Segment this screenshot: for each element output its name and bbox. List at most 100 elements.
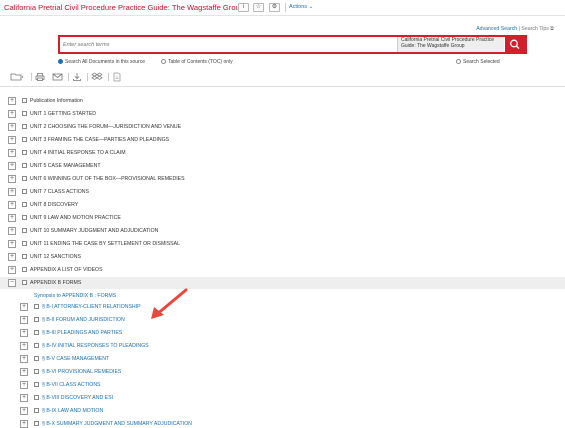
toc-item[interactable]: + UNIT 6 WINNING OUT OF THE BOX—PROVISION… (0, 173, 565, 185)
expand-icon[interactable]: + (8, 97, 16, 105)
checkbox[interactable] (34, 317, 39, 322)
toc-item[interactable]: + UNIT 4 INITIAL RESPONSE TO A CLAIM (0, 147, 565, 159)
search-tips-link[interactable]: Search Tips (521, 26, 548, 32)
actions-menu[interactable]: Actions ⌄ (289, 4, 313, 10)
toc-item[interactable]: + UNIT 2 CHOOSING THE FORUM—JURISDICTION … (0, 121, 565, 133)
expand-icon[interactable]: + (8, 201, 16, 209)
toc-child-label[interactable]: § B-I ATTORNEY-CLIENT RELATIONSHIP (42, 304, 141, 310)
expand-icon[interactable]: + (8, 175, 16, 183)
expand-icon[interactable]: + (8, 149, 16, 157)
toc-item[interactable]: + UNIT 9 LAW AND MOTION PRACTICE (0, 212, 565, 224)
toc-child-label[interactable]: § B-V CASE MANAGEMENT (42, 356, 109, 362)
document-icon[interactable] (112, 72, 122, 82)
toc-item[interactable]: + UNIT 10 SUMMARY JUDGMENT AND ADJUDICATI… (0, 225, 565, 237)
checkbox[interactable] (22, 280, 27, 285)
toc-child-label[interactable]: § B-IX LAW AND MOTION (42, 408, 103, 414)
checkbox[interactable] (34, 395, 39, 400)
expand-icon[interactable]: + (20, 420, 28, 428)
checkbox[interactable] (22, 202, 27, 207)
checkbox[interactable] (34, 330, 39, 335)
expand-icon[interactable]: + (8, 214, 16, 222)
gear-icon[interactable]: ⚙ (269, 3, 280, 12)
expand-icon[interactable]: + (8, 136, 16, 144)
checkbox[interactable] (34, 343, 39, 348)
toc-child-item[interactable]: + § B-VIII DISCOVERY AND ESI (0, 392, 565, 404)
expand-icon[interactable]: + (8, 123, 16, 131)
toc-child-item[interactable]: + § B-I ATTORNEY-CLIENT RELATIONSHIP (0, 301, 565, 313)
toc-child-item[interactable]: + § B-IV INITIAL RESPONSES TO PLEADINGS (0, 340, 565, 352)
checkbox[interactable] (22, 189, 27, 194)
expand-icon[interactable]: + (20, 407, 28, 415)
search-button[interactable] (505, 37, 525, 52)
expand-icon[interactable]: + (20, 355, 28, 363)
checkbox[interactable] (34, 304, 39, 309)
expand-icon[interactable]: + (8, 240, 16, 248)
radio-search-all[interactable]: Search All Documents in this source (58, 59, 145, 65)
expand-icon[interactable]: + (8, 253, 16, 261)
toc-child-item[interactable]: + § B-VI PROVISIONAL REMEDIES (0, 366, 565, 378)
checkbox[interactable] (22, 163, 27, 168)
toc-child-label[interactable]: § B-VI PROVISIONAL REMEDIES (42, 369, 121, 375)
folder-icon[interactable] (10, 72, 24, 82)
toc-item[interactable]: + UNIT 5 CASE MANAGEMENT (0, 160, 565, 172)
toc-item[interactable]: + UNIT 12 SANCTIONS (0, 251, 565, 263)
toc-child-item[interactable]: + § B-II FORUM AND JURISDICTION (0, 314, 565, 326)
checkbox[interactable] (34, 369, 39, 374)
toc-child-label[interactable]: § B-III PLEADINGS AND PARTIES (42, 330, 122, 336)
dropbox-icon[interactable] (91, 72, 103, 82)
expand-icon[interactable]: + (20, 394, 28, 402)
expand-icon[interactable]: + (20, 368, 28, 376)
advanced-search-link[interactable]: Advanced Search (476, 26, 517, 32)
expand-icon[interactable]: + (20, 342, 28, 350)
toc-child-item[interactable]: + § B-III PLEADINGS AND PARTIES (0, 327, 565, 339)
radio-search-selected[interactable]: Search Selected (456, 59, 500, 65)
star-icon[interactable]: ☆ (253, 3, 264, 12)
toc-child-item[interactable]: + § B-X SUMMARY JUDGMENT AND SUMMARY ADJU… (0, 418, 565, 428)
expand-icon[interactable]: + (20, 303, 28, 311)
toc-child-label[interactable]: § B-VII CLASS ACTIONS (42, 382, 101, 388)
checkbox[interactable] (22, 241, 27, 246)
expand-icon[interactable]: + (8, 110, 16, 118)
search-input[interactable] (63, 40, 393, 50)
toc-child-label[interactable]: § B-IV INITIAL RESPONSES TO PLEADINGS (42, 343, 149, 349)
checkbox[interactable] (22, 124, 27, 129)
toc-child-label[interactable]: § B-VIII DISCOVERY AND ESI (42, 395, 113, 401)
checkbox[interactable] (22, 111, 27, 116)
expand-icon[interactable]: + (20, 329, 28, 337)
expand-icon[interactable]: + (20, 381, 28, 389)
checkbox[interactable] (34, 382, 39, 387)
download-icon[interactable] (72, 72, 82, 82)
checkbox[interactable] (22, 267, 27, 272)
toc-item[interactable]: + UNIT 8 DISCOVERY (0, 199, 565, 211)
checkbox[interactable] (34, 421, 39, 426)
toc-item-expanded[interactable]: − APPENDIX B FORMS (0, 277, 565, 289)
expand-icon[interactable]: + (8, 162, 16, 170)
collapse-icon[interactable]: − (8, 279, 16, 287)
checkbox[interactable] (22, 228, 27, 233)
toc-item[interactable]: + APPENDIX A LIST OF VIDEOS (0, 264, 565, 276)
source-selector[interactable]: California Pretrial Civil Procedure Prac… (397, 37, 504, 52)
toc-item[interactable]: + Publication Information (0, 95, 565, 107)
checkbox[interactable] (34, 356, 39, 361)
checkbox[interactable] (34, 408, 39, 413)
checkbox[interactable] (22, 150, 27, 155)
toc-child-label[interactable]: § B-X SUMMARY JUDGMENT AND SUMMARY ADJUD… (42, 421, 192, 427)
expand-icon[interactable]: + (20, 316, 28, 324)
checkbox[interactable] (22, 215, 27, 220)
toc-child-item[interactable]: + § B-IX LAW AND MOTION (0, 405, 565, 417)
checkbox[interactable] (22, 98, 27, 103)
checkbox[interactable] (22, 254, 27, 259)
toc-item[interactable]: + UNIT 11 ENDING THE CASE BY SETTLEMENT O… (0, 238, 565, 250)
expand-icon[interactable]: + (8, 266, 16, 274)
synopsis-label[interactable]: Synopsis to APPENDIX B : FORMS (34, 293, 116, 299)
expand-icon[interactable]: + (8, 227, 16, 235)
radio-toc-only[interactable]: Table of Contents (TOC) only (161, 59, 233, 65)
toc-child-item[interactable]: + § B-V CASE MANAGEMENT (0, 353, 565, 365)
toc-child-item[interactable]: + § B-VII CLASS ACTIONS (0, 379, 565, 391)
toc-item[interactable]: + UNIT 1 GETTING STARTED (0, 108, 565, 120)
toc-child-label[interactable]: § B-II FORUM AND JURISDICTION (42, 317, 125, 323)
expand-icon[interactable]: + (8, 188, 16, 196)
info-icon[interactable]: i (238, 3, 249, 12)
toc-item[interactable]: + UNIT 7 CLASS ACTIONS (0, 186, 565, 198)
checkbox[interactable] (22, 137, 27, 142)
